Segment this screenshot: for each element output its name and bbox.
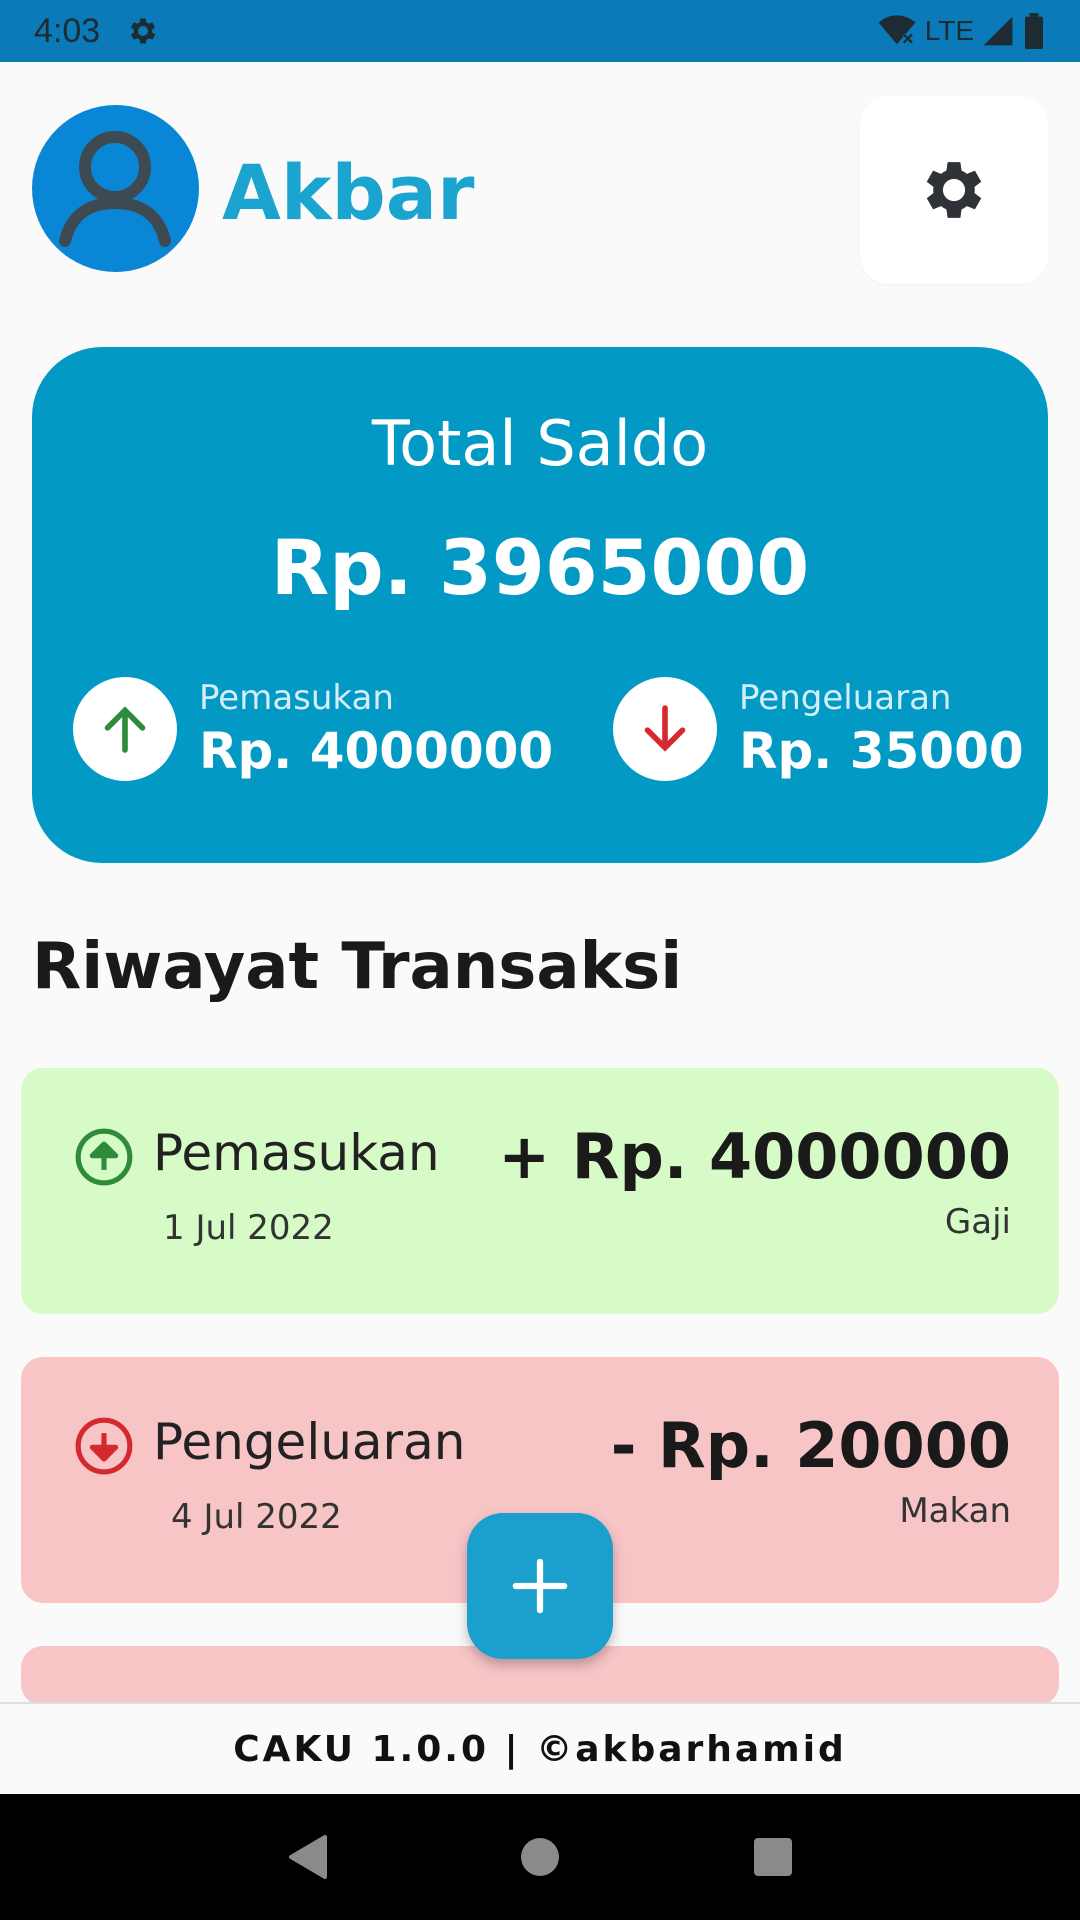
footer-text: CAKU 1.0.0 | ©akbarhamid bbox=[233, 1728, 847, 1770]
arrow-down-icon bbox=[644, 705, 686, 752]
income-value: Rp. 4000000 bbox=[199, 722, 554, 780]
home-button[interactable] bbox=[510, 1827, 570, 1887]
back-icon bbox=[288, 1835, 327, 1879]
transaction-card[interactable]: Pemasukan 1 Jul 2022 + Rp. 4000000 Gaji bbox=[21, 1068, 1059, 1314]
income-indicator bbox=[73, 677, 177, 781]
home-icon bbox=[520, 1838, 559, 1876]
back-button[interactable] bbox=[277, 1827, 337, 1887]
network-type: LTE bbox=[924, 15, 974, 46]
wifi-icon bbox=[878, 15, 916, 45]
transaction-type: Pengeluaran bbox=[153, 1413, 466, 1471]
transaction-amount: + Rp. 4000000 bbox=[498, 1120, 1011, 1193]
history-title: Riwayat Transaksi bbox=[32, 930, 683, 1004]
gear-icon bbox=[926, 162, 982, 218]
balance-amount: Rp. 3965000 bbox=[270, 523, 810, 612]
transaction-date: 1 Jul 2022 bbox=[163, 1208, 334, 1248]
plus-icon bbox=[512, 1558, 568, 1614]
expense-summary: Pengeluaran Rp. 35000 bbox=[613, 677, 1024, 781]
balance-card: Total Saldo Rp. 3965000 Pemasukan Rp. 40… bbox=[32, 347, 1048, 863]
gear-icon bbox=[131, 18, 156, 44]
status-indicators: LTE bbox=[877, 13, 1046, 49]
settings-button[interactable] bbox=[860, 96, 1048, 284]
expense-value: Rp. 35000 bbox=[739, 722, 1024, 780]
arrow-up-icon bbox=[104, 706, 146, 753]
user-icon bbox=[59, 131, 171, 247]
income-label: Pemasukan bbox=[199, 678, 394, 718]
income-summary: Pemasukan Rp. 4000000 bbox=[73, 677, 553, 781]
transaction-date: 4 Jul 2022 bbox=[171, 1497, 342, 1537]
signal-icon bbox=[983, 16, 1013, 46]
status-time: 4:03 bbox=[34, 11, 101, 50]
add-transaction-button[interactable] bbox=[467, 1513, 613, 1659]
battery-icon bbox=[1025, 13, 1043, 49]
transaction-note: Gaji bbox=[944, 1202, 1011, 1242]
recents-button[interactable] bbox=[743, 1827, 803, 1887]
transaction-amount: - Rp. 20000 bbox=[610, 1409, 1011, 1482]
arrow-down-circle-icon bbox=[75, 1417, 133, 1475]
header: Akbar bbox=[0, 62, 1080, 322]
user-name: Akbar bbox=[222, 148, 475, 237]
recents-icon bbox=[754, 1838, 793, 1876]
footer: CAKU 1.0.0 | ©akbarhamid bbox=[0, 1702, 1080, 1794]
balance-title: Total Saldo bbox=[371, 407, 709, 480]
arrow-up-circle-icon bbox=[75, 1128, 133, 1186]
expense-indicator bbox=[613, 677, 717, 781]
transaction-type: Pemasukan bbox=[153, 1124, 440, 1182]
system-nav-bar bbox=[0, 1794, 1080, 1920]
expense-label: Pengeluaran bbox=[739, 678, 952, 718]
status-bar: 4:03 LTE bbox=[0, 0, 1080, 62]
avatar[interactable] bbox=[32, 105, 199, 272]
transaction-note: Makan bbox=[899, 1491, 1011, 1531]
